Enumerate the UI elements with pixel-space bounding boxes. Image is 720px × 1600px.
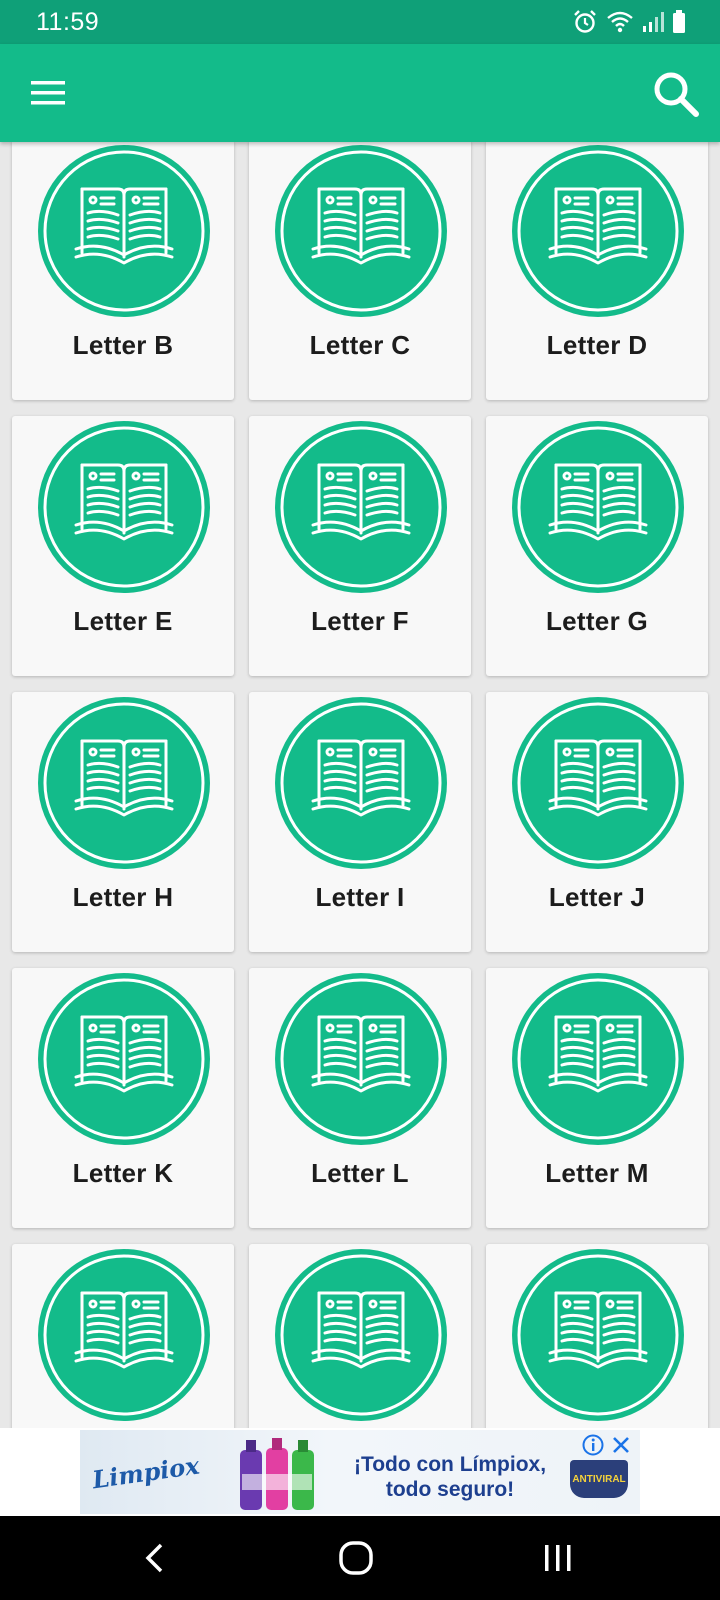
letter-card-label: Letter F — [311, 606, 409, 636]
status-bar: 11:59 — [0, 0, 720, 44]
recents-icon — [545, 1545, 571, 1571]
letters-grid-viewport[interactable]: Letter B Letter C Letter D Letter E Lett… — [0, 142, 720, 1428]
back-button[interactable] — [124, 1534, 184, 1582]
open-book-icon — [38, 1249, 210, 1421]
status-icons — [572, 9, 686, 35]
open-book-icon — [512, 697, 684, 869]
ad-banner[interactable]: Limpiox ¡Todo con Límpiox, todo seguro! … — [80, 1430, 640, 1514]
open-book-icon — [38, 973, 210, 1145]
system-nav-bar — [0, 1516, 720, 1600]
letter-card-label: Letter I — [315, 882, 405, 912]
letters-grid: Letter B Letter C Letter D Letter E Lett… — [12, 142, 708, 1428]
letter-card-label: Letter L — [311, 1158, 409, 1188]
search-icon — [654, 72, 699, 117]
letter-card[interactable] — [486, 1244, 708, 1428]
letter-card-label: Letter M — [545, 1158, 649, 1188]
open-book-icon — [275, 973, 447, 1145]
ad-bottles-image — [240, 1438, 314, 1510]
battery-icon — [673, 10, 685, 33]
ad-info-icon[interactable] — [582, 1434, 604, 1456]
open-book-icon — [275, 145, 447, 317]
open-book-icon — [275, 697, 447, 869]
letter-card[interactable]: Letter E — [12, 416, 234, 676]
letter-card[interactable]: Letter B — [12, 142, 234, 400]
letter-card[interactable]: Letter L — [249, 968, 471, 1228]
letter-card-label: Letter C — [309, 330, 411, 360]
menu-button[interactable] — [22, 68, 74, 118]
back-icon — [145, 1543, 163, 1573]
letter-card[interactable]: Letter C — [249, 142, 471, 400]
letter-card[interactable]: Letter K — [12, 968, 234, 1228]
letter-card[interactable] — [249, 1244, 471, 1428]
letter-card-label: Letter J — [548, 882, 646, 912]
ad-badge: ANTIVIRAL — [570, 1460, 628, 1498]
letter-card[interactable]: Letter H — [12, 692, 234, 952]
open-book-icon — [38, 145, 210, 317]
letter-card[interactable]: Letter F — [249, 416, 471, 676]
ad-area: Limpiox ¡Todo con Límpiox, todo seguro! … — [0, 1428, 720, 1516]
open-book-icon — [38, 421, 210, 593]
open-book-icon — [512, 421, 684, 593]
letter-card[interactable]: Letter D — [486, 142, 708, 400]
ad-headline-line1: ¡Todo con Límpiox, — [353, 1453, 547, 1476]
wifi-icon — [607, 11, 633, 33]
search-button[interactable] — [646, 64, 706, 124]
home-icon — [339, 1541, 373, 1575]
letter-card-label: Letter G — [545, 606, 649, 636]
signal-icon — [643, 12, 664, 32]
hamburger-menu-icon — [31, 81, 65, 105]
letter-card[interactable]: Letter I — [249, 692, 471, 952]
letter-card[interactable]: Letter G — [486, 416, 708, 676]
alarm-icon — [574, 10, 596, 33]
letter-card-label: Letter E — [73, 606, 173, 636]
letter-card-label: Letter B — [72, 330, 174, 360]
open-book-icon — [512, 145, 684, 317]
home-button[interactable] — [326, 1534, 386, 1582]
letter-card[interactable]: Letter J — [486, 692, 708, 952]
letter-card[interactable]: Letter M — [486, 968, 708, 1228]
ad-headline: ¡Todo con Límpiox, todo seguro! — [350, 1452, 550, 1502]
recents-button[interactable] — [528, 1534, 588, 1582]
open-book-icon — [38, 697, 210, 869]
ad-close-icon[interactable] — [610, 1434, 632, 1456]
open-book-icon — [275, 1249, 447, 1421]
open-book-icon — [512, 973, 684, 1145]
letter-card-label: Letter D — [546, 330, 648, 360]
status-time: 11:59 — [36, 7, 100, 36]
app-bar — [0, 44, 720, 142]
letter-card-label: Letter K — [72, 1158, 174, 1188]
open-book-icon — [275, 421, 447, 593]
open-book-icon — [512, 1249, 684, 1421]
letter-card-label: Letter H — [72, 882, 174, 912]
letter-card[interactable] — [12, 1244, 234, 1428]
ad-headline-line2: todo seguro! — [385, 1478, 515, 1501]
ad-brand-logo: Limpiox — [90, 1450, 202, 1495]
